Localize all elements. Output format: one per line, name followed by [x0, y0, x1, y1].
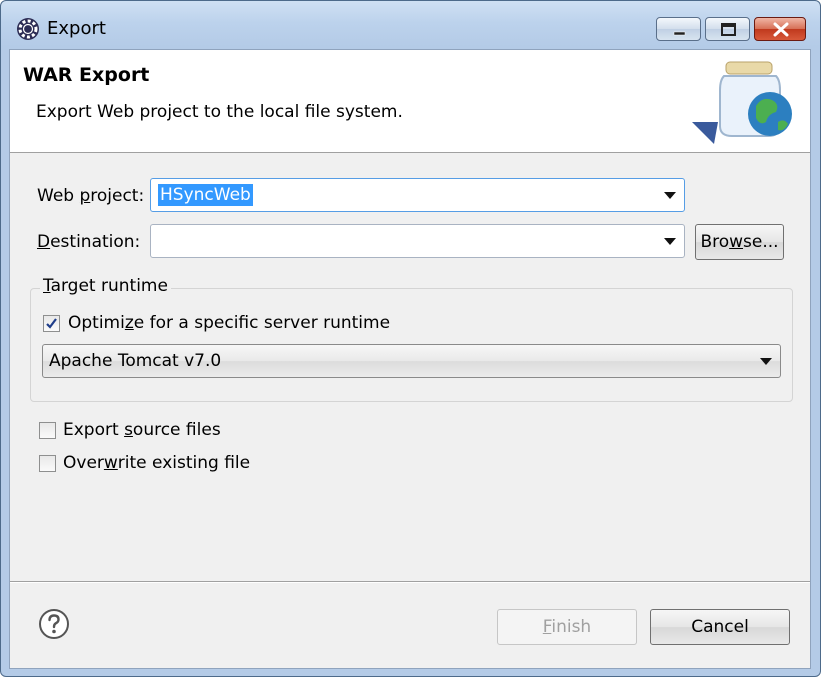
- footer-separator: [10, 581, 810, 583]
- dropdown-arrow-icon: [664, 192, 676, 199]
- dropdown-arrow-icon: [760, 358, 772, 365]
- destination-combo[interactable]: [150, 224, 685, 258]
- finish-button[interactable]: Finish: [497, 609, 637, 645]
- close-button[interactable]: [754, 17, 806, 41]
- destination-label: Destination:: [37, 232, 141, 252]
- browse-button[interactable]: Browse...: [695, 224, 784, 260]
- optimize-runtime-checkbox[interactable]: [43, 315, 60, 332]
- window-title: Export: [47, 18, 106, 39]
- web-project-label: Web project:: [37, 186, 145, 206]
- overwrite-checkbox[interactable]: [39, 455, 56, 472]
- export-source-checkbox[interactable]: [39, 422, 56, 439]
- title-bar[interactable]: Export: [1, 1, 820, 49]
- checkmark-icon: [46, 318, 57, 329]
- minimize-button[interactable]: [656, 17, 701, 41]
- banner-title: WAR Export: [23, 64, 150, 86]
- close-icon: [773, 22, 789, 37]
- minimize-icon: [673, 31, 686, 36]
- banner-description: Export Web project to the local file sys…: [36, 102, 403, 122]
- jar-globe-wizard-icon: [692, 61, 792, 144]
- optimize-runtime-label: Optimize for a specific server runtime: [68, 313, 391, 333]
- dropdown-arrow-icon: [664, 238, 676, 245]
- target-runtime-group-label: Target runtime: [40, 276, 171, 296]
- cancel-button[interactable]: Cancel: [650, 609, 790, 645]
- export-source-label: Export source files: [63, 420, 221, 440]
- web-project-combo[interactable]: HSyncWeb: [150, 178, 685, 212]
- maximize-button[interactable]: [705, 17, 750, 41]
- dialog-client-area: WAR Export Export Web project to the loc…: [9, 49, 811, 669]
- help-icon[interactable]: [38, 608, 70, 640]
- overwrite-label: Overwrite existing file: [63, 453, 251, 473]
- maximize-icon: [721, 23, 736, 36]
- eclipse-gear-icon: [17, 18, 39, 40]
- export-dialog: Export WAR Export Export Web project to …: [0, 0, 821, 677]
- wizard-banner: WAR Export Export Web project to the loc…: [10, 50, 810, 153]
- server-runtime-value: Apache Tomcat v7.0: [49, 351, 222, 371]
- server-runtime-select[interactable]: Apache Tomcat v7.0: [42, 344, 781, 378]
- web-project-value: HSyncWeb: [158, 184, 253, 206]
